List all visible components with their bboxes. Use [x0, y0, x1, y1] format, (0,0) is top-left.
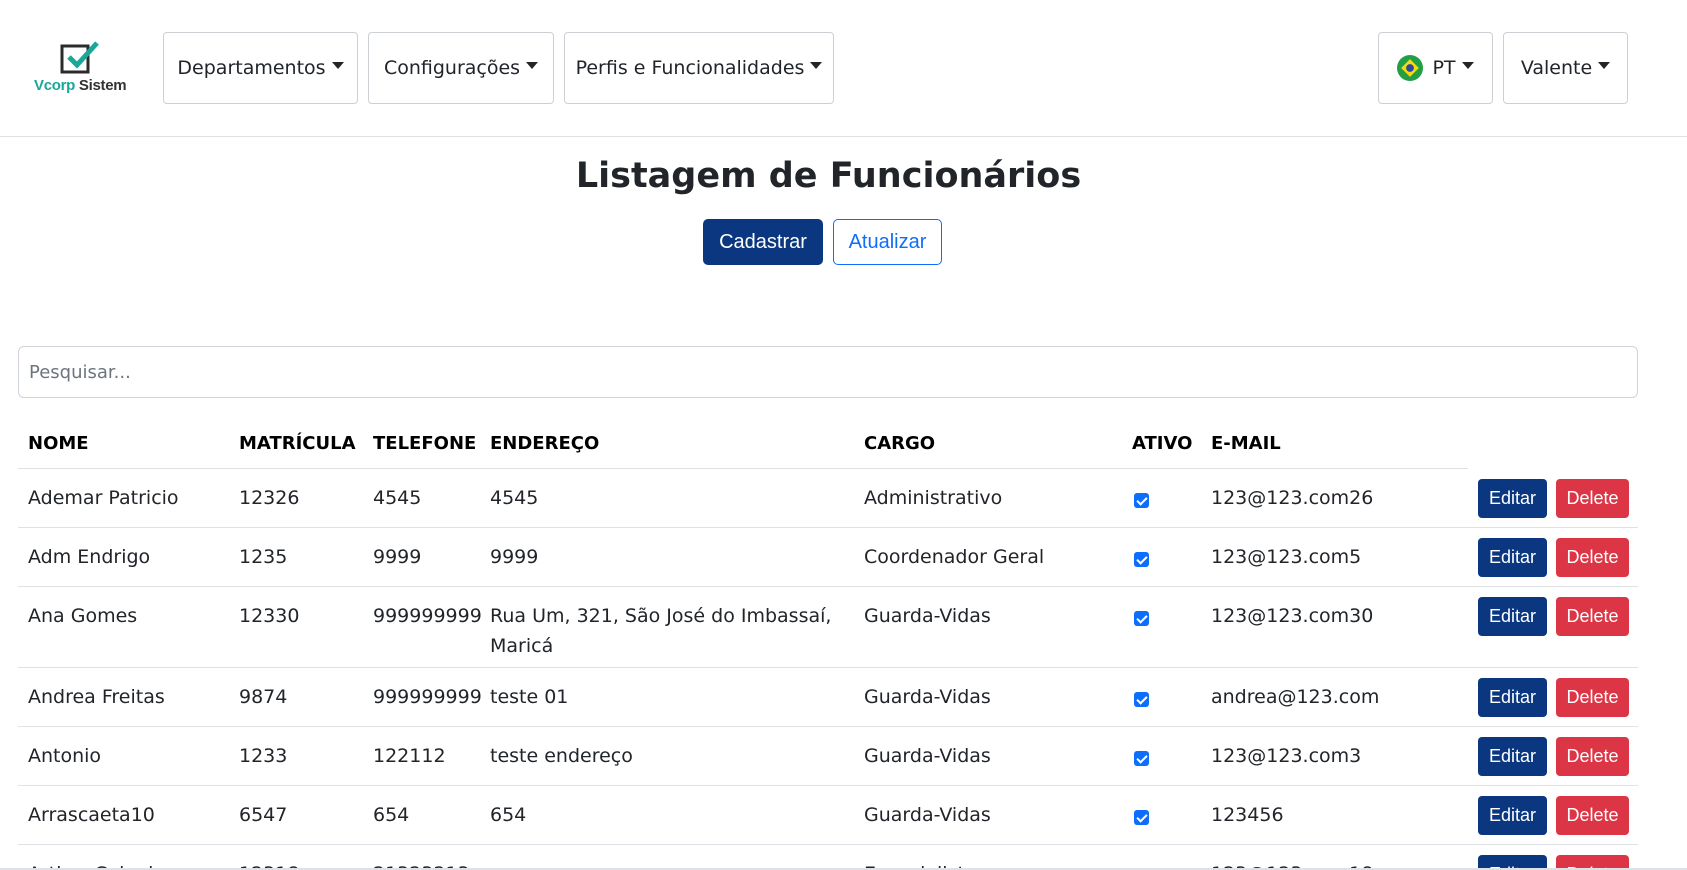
- brand-name: Vcorp Sistem: [34, 77, 127, 94]
- brand-name-part2: Sistem: [75, 77, 127, 94]
- column-header-ativo[interactable]: ATIVO: [1132, 433, 1192, 454]
- cell-telefone: 4545: [373, 487, 422, 509]
- cell-telefone: 654: [373, 804, 410, 826]
- navbar: Vcorp Sistem Departamentos Configurações…: [0, 0, 1687, 137]
- edit-button[interactable]: Editar: [1478, 737, 1547, 776]
- ativo-checkbox[interactable]: [1134, 493, 1149, 508]
- delete-button[interactable]: Delete: [1556, 597, 1629, 636]
- ativo-checkbox[interactable]: [1134, 611, 1149, 626]
- cell-endereco: Rua Um, 321, São José do Imbassaí, Maric…: [490, 605, 832, 657]
- edit-button[interactable]: Editar: [1478, 678, 1547, 717]
- cell-cargo: Administrativo: [864, 487, 1003, 509]
- cell-matricula: 1233: [239, 745, 288, 767]
- cell-matricula: 6547: [239, 804, 288, 826]
- brazil-flag-icon: [1397, 55, 1424, 81]
- cell-endereco: teste endereço: [490, 745, 633, 767]
- cell-telefone: 9999: [373, 546, 422, 568]
- cell-email: 123@123.com5: [1211, 546, 1362, 568]
- cell-cargo: Coordenador Geral: [864, 546, 1045, 568]
- delete-button[interactable]: Delete: [1556, 538, 1629, 577]
- table-row: Arthur Cainelo 12318 21323213 Especialis…: [18, 845, 1638, 870]
- cell-telefone: 999999999: [373, 686, 482, 708]
- caret-down-icon: [810, 61, 823, 69]
- brand-logo[interactable]: Vcorp Sistem: [34, 40, 127, 96]
- ativo-checkbox[interactable]: [1134, 552, 1149, 567]
- nav-departamentos-label: Departamentos: [177, 57, 326, 79]
- cell-cargo: Guarda-Vidas: [864, 745, 991, 767]
- caret-down-icon: [1598, 61, 1611, 69]
- edit-button[interactable]: Editar: [1478, 597, 1547, 636]
- cell-nome: Ademar Patricio: [28, 487, 179, 509]
- edit-button[interactable]: Editar: [1478, 796, 1547, 835]
- ativo-checkbox[interactable]: [1134, 692, 1149, 707]
- cell-cargo: Guarda-Vidas: [864, 605, 991, 627]
- cell-telefone: 122112: [373, 745, 446, 767]
- delete-button[interactable]: Delete: [1556, 737, 1629, 776]
- delete-button[interactable]: Delete: [1556, 796, 1629, 835]
- cell-telefone: 999999999: [373, 605, 482, 627]
- language-label: PT: [1432, 57, 1456, 79]
- edit-button[interactable]: Editar: [1478, 538, 1547, 577]
- table-row: Arrascaeta10 6547 654 654 Guarda-Vidas 1…: [18, 786, 1638, 845]
- cell-matricula: 12326: [239, 487, 300, 509]
- nav-perfis-dropdown[interactable]: Perfis e Funcionalidades: [564, 32, 834, 104]
- cell-cargo: Guarda-Vidas: [864, 686, 991, 708]
- page-title: Listagem de Funcionários: [575, 156, 1082, 196]
- cell-email: 123@123.com30: [1211, 605, 1374, 627]
- atualizar-button[interactable]: Atualizar: [833, 219, 942, 265]
- cell-nome: Antonio: [28, 745, 102, 767]
- nav-configuracoes-dropdown[interactable]: Configurações: [368, 32, 554, 104]
- cell-email: 123@123.com26: [1211, 487, 1374, 509]
- ativo-checkbox[interactable]: [1134, 810, 1149, 825]
- caret-down-icon: [331, 61, 344, 69]
- search-input[interactable]: [18, 346, 1638, 398]
- brand-name-part1: Vcorp: [34, 77, 76, 94]
- cell-matricula: 9874: [239, 686, 288, 708]
- column-header-matricula[interactable]: MATRÍCULA: [239, 433, 356, 454]
- cell-endereco: 9999: [490, 546, 539, 568]
- column-header-endereco[interactable]: ENDEREÇO: [490, 433, 599, 454]
- cell-email: 123456: [1211, 804, 1284, 826]
- table-row: Ademar Patricio 12326 4545 4545 Administ…: [18, 469, 1638, 528]
- edit-button[interactable]: Editar: [1478, 479, 1547, 518]
- cadastrar-button[interactable]: Cadastrar: [703, 219, 823, 265]
- cell-endereco: 654: [490, 804, 527, 826]
- cell-nome: Andrea Freitas: [28, 686, 165, 708]
- ativo-checkbox[interactable]: [1134, 751, 1149, 766]
- column-header-nome[interactable]: NOME: [28, 433, 89, 454]
- employees-table: NOME MATRÍCULA TELEFONE ENDEREÇO CARGO A…: [18, 420, 1638, 870]
- column-header-email[interactable]: E-MAIL: [1211, 433, 1281, 454]
- delete-button[interactable]: Delete: [1556, 479, 1629, 518]
- checkbox-check-icon: [60, 41, 99, 74]
- cell-email: 123@123.com3: [1211, 745, 1362, 767]
- cell-endereco: teste 01: [490, 686, 569, 708]
- table-row: Adm Endrigo 1235 9999 9999 Coordenador G…: [18, 528, 1638, 587]
- caret-down-icon: [526, 61, 539, 69]
- table-header: NOME MATRÍCULA TELEFONE ENDEREÇO CARGO A…: [18, 420, 1468, 469]
- column-header-telefone[interactable]: TELEFONE: [373, 433, 476, 454]
- cell-cargo: Guarda-Vidas: [864, 804, 991, 826]
- cell-nome: Arrascaeta10: [28, 804, 155, 826]
- cell-nome: Ana Gomes: [28, 605, 138, 627]
- nav-configuracoes-label: Configurações: [383, 57, 521, 79]
- cell-matricula: 1235: [239, 546, 288, 568]
- user-name: Valente: [1520, 57, 1593, 79]
- table-row: Antonio 1233 122112 teste endereço Guard…: [18, 727, 1638, 786]
- nav-departamentos-dropdown[interactable]: Departamentos: [163, 32, 358, 104]
- column-header-cargo[interactable]: CARGO: [864, 433, 935, 454]
- table-row: Andrea Freitas 9874 999999999 teste 01 G…: [18, 668, 1638, 727]
- user-dropdown[interactable]: Valente: [1503, 32, 1628, 104]
- cell-endereco: 4545: [490, 487, 539, 509]
- delete-button[interactable]: Delete: [1556, 678, 1629, 717]
- cell-matricula: 12330: [239, 605, 300, 627]
- nav-perfis-label: Perfis e Funcionalidades: [575, 57, 805, 79]
- cell-email: andrea@123.com: [1211, 686, 1380, 708]
- caret-down-icon: [1461, 61, 1474, 69]
- language-dropdown[interactable]: PT: [1378, 32, 1493, 104]
- table-row: Ana Gomes 12330 999999999 Rua Um, 321, S…: [18, 587, 1638, 668]
- cell-nome: Adm Endrigo: [28, 546, 151, 568]
